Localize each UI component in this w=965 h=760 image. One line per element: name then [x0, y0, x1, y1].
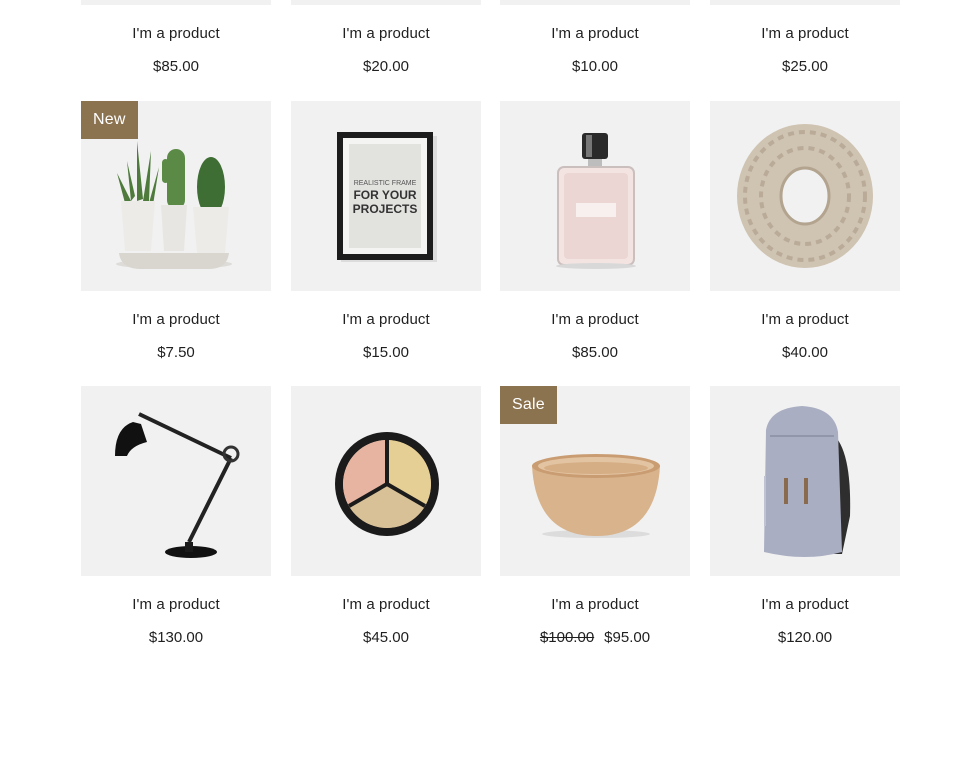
frame-line-2: FOR YOUR [353, 188, 416, 202]
product-price: $15.00 [363, 344, 409, 361]
product-image[interactable]: REALISTIC FRAME FOR YOUR PROJECTS [291, 101, 481, 291]
product-image[interactable] [291, 386, 481, 576]
backpack-icon [764, 406, 851, 557]
product-image[interactable] [500, 101, 690, 291]
product-price: $120.00 [777, 629, 833, 646]
knit-scarf-icon [737, 124, 873, 268]
product-name[interactable]: I'm a product [710, 25, 900, 42]
product-price: $10.00 [572, 58, 618, 75]
new-ribbon: New [81, 101, 138, 139]
product-name[interactable]: I'm a product [291, 25, 481, 42]
product-image[interactable] [710, 0, 900, 5]
desk-lamp-icon [115, 412, 240, 558]
product-image[interactable]: Sale [500, 386, 690, 576]
frame-line-1: REALISTIC FRAME [354, 180, 417, 187]
product-name[interactable]: I'm a product [291, 311, 481, 328]
product-price: $20.00 [363, 58, 409, 75]
product-name[interactable]: I'm a product [500, 25, 690, 42]
original-price: $100.00 [539, 629, 595, 646]
product-image[interactable] [710, 386, 900, 576]
product-name[interactable]: I'm a product [710, 311, 900, 328]
product-image[interactable] [291, 0, 481, 5]
product-price: $40.00 [782, 344, 828, 361]
product-price: $85.00 [572, 344, 618, 361]
product-name[interactable]: I'm a product [81, 25, 271, 42]
product-image[interactable] [81, 386, 271, 576]
product-name[interactable]: I'm a product [81, 596, 271, 613]
product-price: $25.00 [782, 58, 828, 75]
makeup-palette-icon [335, 432, 439, 536]
frame-line-3: PROJECTS [353, 202, 418, 216]
sale-ribbon: Sale [500, 386, 557, 424]
product-image[interactable]: New [81, 101, 271, 291]
product-price: $130.00 [148, 629, 204, 646]
product-price: $85.00 [153, 58, 199, 75]
product-image[interactable] [500, 0, 690, 5]
product-name[interactable]: I'm a product [291, 596, 481, 613]
product-name[interactable]: I'm a product [81, 311, 271, 328]
picture-frame-icon: REALISTIC FRAME FOR YOUR PROJECTS [337, 132, 437, 262]
sale-price: $95.00 [604, 629, 651, 646]
product-price: $45.00 [363, 629, 409, 646]
product-name[interactable]: I'm a product [500, 596, 690, 613]
product-price: $7.50 [157, 344, 195, 361]
product-price: $100.00 $95.00 [500, 629, 690, 646]
product-name[interactable]: I'm a product [500, 311, 690, 328]
perfume-bottle-icon [556, 133, 636, 269]
product-image[interactable] [710, 101, 900, 291]
product-image[interactable] [81, 0, 271, 5]
product-name[interactable]: I'm a product [710, 596, 900, 613]
